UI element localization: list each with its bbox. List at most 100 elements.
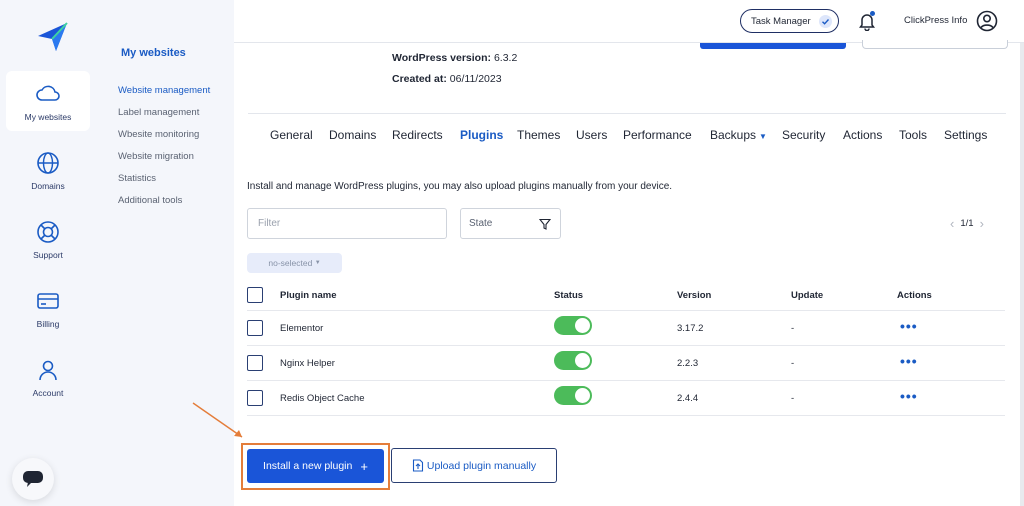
submenu-item-label-management[interactable]: Label management bbox=[118, 107, 199, 118]
plugin-version: 2.4.4 bbox=[677, 393, 699, 404]
notification-dot bbox=[870, 11, 875, 16]
column-header-version: Version bbox=[677, 290, 712, 301]
bulk-action-label: no-selected bbox=[268, 258, 313, 268]
check-icon bbox=[819, 15, 832, 28]
avatar-icon[interactable] bbox=[976, 10, 998, 32]
icon-sidebar: My websites Domains Support Billing Acco… bbox=[0, 0, 106, 506]
more-actions-icon[interactable]: ••• bbox=[900, 318, 918, 334]
tab-general[interactable]: General bbox=[270, 128, 313, 142]
plugin-update: - bbox=[791, 393, 795, 404]
state-filter-label: State bbox=[469, 218, 493, 229]
wp-version-value: 6.3.2 bbox=[493, 52, 518, 64]
plugin-name: Elementor bbox=[280, 323, 324, 334]
pagination: ‹ 1/1 › bbox=[944, 216, 990, 231]
row-checkbox[interactable] bbox=[247, 320, 263, 336]
submenu-item-website-migration[interactable]: Website migration bbox=[118, 151, 194, 162]
status-toggle[interactable] bbox=[554, 316, 592, 335]
submenu-item-website-management[interactable]: Website management bbox=[118, 85, 210, 96]
top-header: Task Manager ClickPress Info bbox=[234, 0, 1024, 43]
cloud-icon bbox=[36, 85, 60, 101]
plugin-name: Redis Object Cache bbox=[280, 393, 365, 404]
tab-performance[interactable]: Performance bbox=[623, 128, 692, 142]
notification-bell[interactable] bbox=[858, 11, 876, 32]
upload-file-icon bbox=[412, 459, 423, 472]
task-manager-button[interactable]: Task Manager bbox=[740, 9, 839, 33]
state-filter-select[interactable]: State bbox=[460, 208, 561, 239]
plugins-description: Install and manage WordPress plugins, yo… bbox=[247, 181, 673, 192]
card-icon bbox=[37, 292, 59, 309]
row-divider bbox=[247, 415, 1005, 416]
row-divider bbox=[247, 310, 1005, 311]
tab-backups[interactable]: Backups ▼ bbox=[710, 128, 767, 142]
bulk-action-dropdown[interactable]: no-selected ▼ bbox=[247, 253, 342, 273]
user-name[interactable]: ClickPress Info bbox=[904, 15, 967, 26]
more-actions-icon[interactable]: ••• bbox=[900, 388, 918, 404]
more-actions-icon[interactable]: ••• bbox=[900, 353, 918, 369]
upload-plugin-label: Upload plugin manually bbox=[426, 459, 537, 472]
plugin-update: - bbox=[791, 323, 795, 334]
funnel-icon bbox=[539, 218, 551, 230]
plugin-update: - bbox=[791, 358, 795, 369]
sidebar-item-support[interactable]: Support bbox=[6, 209, 90, 269]
tab-plugins[interactable]: Plugins bbox=[460, 128, 503, 142]
tab-users[interactable]: Users bbox=[576, 128, 607, 142]
top-primary-button[interactable] bbox=[700, 43, 846, 49]
tab-actions[interactable]: Actions bbox=[843, 128, 882, 142]
status-toggle[interactable] bbox=[554, 386, 592, 405]
sidebar-item-account[interactable]: Account bbox=[6, 347, 90, 407]
plugin-name: Nginx Helper bbox=[280, 358, 335, 369]
task-manager-label: Task Manager bbox=[751, 15, 811, 27]
install-plugin-button[interactable]: Install a new plugin + bbox=[247, 449, 384, 483]
sidebar-item-billing[interactable]: Billing bbox=[6, 278, 90, 338]
logo-icon bbox=[38, 22, 68, 51]
row-checkbox[interactable] bbox=[247, 355, 263, 371]
created-at-row: Created at: 06/11/2023 bbox=[392, 73, 502, 85]
column-header-status: Status bbox=[554, 290, 584, 301]
chat-button[interactable] bbox=[12, 458, 54, 500]
chat-icon bbox=[23, 471, 43, 487]
column-header-name: Plugin name bbox=[280, 290, 337, 301]
page-indicator: 1/1 bbox=[960, 218, 974, 229]
wp-version-row: WordPress version: 6.3.2 bbox=[392, 52, 517, 64]
filter-input[interactable] bbox=[247, 208, 447, 239]
install-plugin-label: Install a new plugin bbox=[263, 460, 353, 472]
sidebar-item-label: Billing bbox=[36, 318, 60, 329]
globe-icon bbox=[37, 151, 59, 174]
plus-icon: + bbox=[360, 458, 368, 474]
tab-redirects[interactable]: Redirects bbox=[392, 128, 443, 142]
upload-plugin-button[interactable]: Upload plugin manually bbox=[391, 448, 557, 483]
scrollbar[interactable] bbox=[1020, 43, 1024, 506]
plugin-version: 2.2.3 bbox=[677, 358, 699, 369]
chevron-right-icon[interactable]: › bbox=[980, 216, 984, 231]
sidebar-item-label: Account bbox=[32, 387, 64, 398]
caret-down-icon: ▼ bbox=[314, 260, 321, 266]
submenu-item-statistics[interactable]: Statistics bbox=[118, 173, 156, 184]
row-divider bbox=[247, 345, 1005, 346]
column-header-actions: Actions bbox=[897, 290, 932, 301]
tab-settings[interactable]: Settings bbox=[944, 128, 987, 142]
chevron-left-icon[interactable]: ‹ bbox=[950, 216, 954, 231]
sidebar-item-my-websites[interactable]: My websites bbox=[6, 71, 90, 131]
annotation-arrow bbox=[192, 402, 243, 438]
submenu-item-website-monitoring[interactable]: Wbesite monitoring bbox=[118, 129, 199, 140]
column-header-update: Update bbox=[791, 290, 824, 301]
status-toggle[interactable] bbox=[554, 351, 592, 370]
tab-tools[interactable]: Tools bbox=[899, 128, 927, 142]
sidebar-item-domains[interactable]: Domains bbox=[6, 140, 90, 200]
submenu-item-additional-tools[interactable]: Additional tools bbox=[118, 195, 182, 206]
sidebar-item-label: My websites bbox=[24, 111, 72, 122]
divider bbox=[248, 113, 1006, 114]
tab-themes[interactable]: Themes bbox=[517, 128, 560, 142]
row-divider bbox=[247, 380, 1005, 381]
sidebar-item-label: Domains bbox=[31, 180, 65, 191]
sidebar-item-label: Support bbox=[33, 249, 63, 260]
created-at-value: 06/11/2023 bbox=[449, 73, 502, 85]
tab-domains[interactable]: Domains bbox=[329, 128, 376, 142]
created-at-label: Created at: bbox=[392, 73, 447, 85]
lifebuoy-icon bbox=[37, 220, 59, 243]
tab-security[interactable]: Security bbox=[782, 128, 825, 142]
select-all-checkbox[interactable] bbox=[247, 287, 263, 303]
user-icon bbox=[39, 360, 57, 380]
plugin-version: 3.17.2 bbox=[677, 323, 704, 334]
top-secondary-button[interactable] bbox=[862, 40, 1008, 49]
